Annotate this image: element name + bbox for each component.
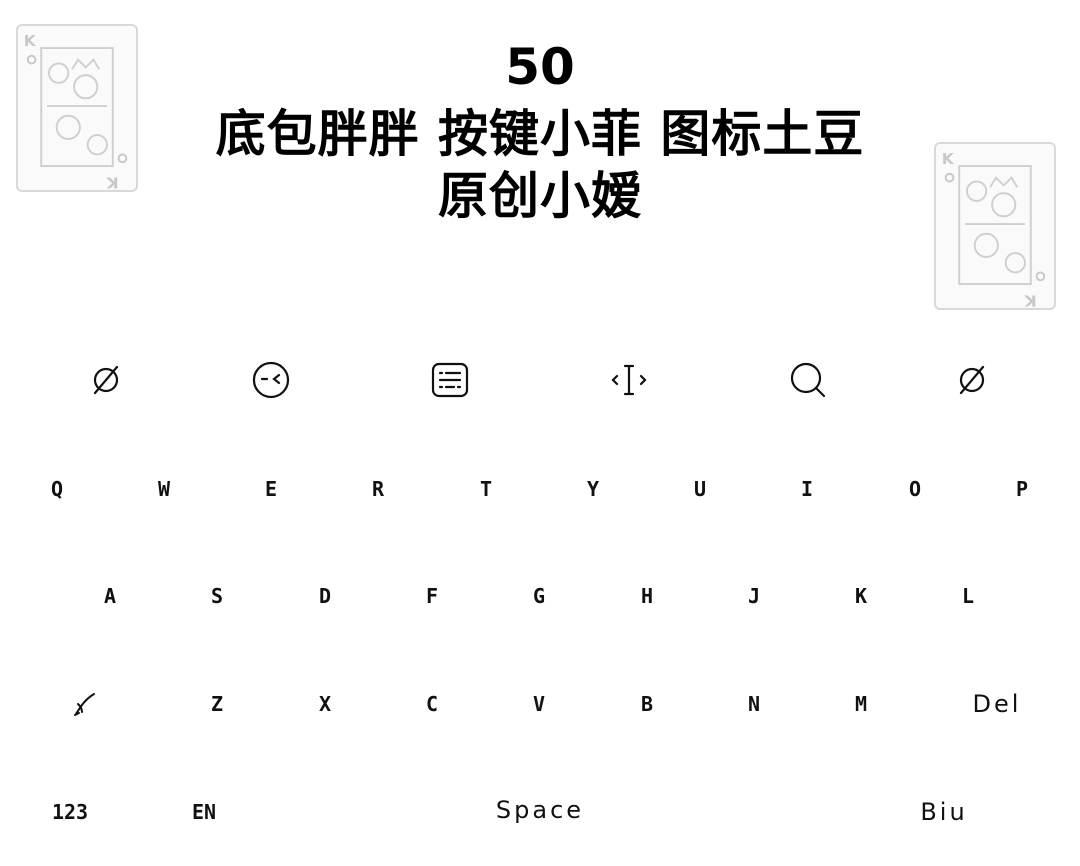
key-b[interactable]: B <box>607 684 687 724</box>
space-key[interactable]: Space <box>380 790 700 830</box>
card-rank-bottom: K <box>106 174 119 190</box>
key-p[interactable]: P <box>982 469 1062 509</box>
key-o[interactable]: O <box>875 469 955 509</box>
keyboard-icon[interactable] <box>428 358 472 402</box>
key-z[interactable]: Z <box>177 684 257 724</box>
key-q[interactable]: Q <box>17 469 97 509</box>
key-d[interactable]: D <box>285 576 365 616</box>
card-rank-top: K <box>24 32 37 50</box>
numbers-key[interactable]: 123 <box>30 792 110 832</box>
key-x[interactable]: X <box>285 684 365 724</box>
page-title-number: 50 <box>505 38 575 96</box>
return-key[interactable]: Biu <box>884 792 1004 832</box>
key-c[interactable]: C <box>392 684 472 724</box>
key-g[interactable]: G <box>499 576 579 616</box>
search-icon[interactable] <box>786 358 830 402</box>
king-card-icon: K K <box>24 32 128 190</box>
delete-key[interactable]: Del <box>937 684 1057 724</box>
key-y[interactable]: Y <box>553 469 633 509</box>
key-n[interactable]: N <box>714 684 794 724</box>
key-a[interactable]: A <box>70 576 150 616</box>
page-title-author: 原创小嫒 <box>438 167 642 225</box>
key-r[interactable]: R <box>338 469 418 509</box>
wink-face-icon[interactable] <box>249 358 293 402</box>
empty-set-icon[interactable] <box>84 358 128 402</box>
king-card-icon: K K <box>942 150 1046 308</box>
pen-slash-icon <box>74 693 95 716</box>
page-title-credits: 底包胖胖 按键小菲 图标土豆 <box>215 105 865 163</box>
key-t[interactable]: T <box>446 469 526 509</box>
text-cursor-icon[interactable] <box>607 358 651 402</box>
key-e[interactable]: E <box>231 469 311 509</box>
key-w[interactable]: W <box>124 469 204 509</box>
shift-key[interactable] <box>44 684 124 724</box>
key-u[interactable]: U <box>660 469 740 509</box>
card-rank-top: K <box>942 150 955 168</box>
language-key[interactable]: EN <box>164 792 244 832</box>
key-k[interactable]: K <box>821 576 901 616</box>
key-j[interactable]: J <box>714 576 794 616</box>
empty-set-icon[interactable] <box>950 358 994 402</box>
key-s[interactable]: S <box>177 576 257 616</box>
key-h[interactable]: H <box>607 576 687 616</box>
key-l[interactable]: L <box>928 576 1008 616</box>
card-rank-bottom: K <box>1024 292 1037 308</box>
key-i[interactable]: I <box>767 469 847 509</box>
playing-card-decoration: K K <box>934 142 1056 310</box>
key-m[interactable]: M <box>821 684 901 724</box>
playing-card-decoration: K K <box>16 24 138 192</box>
key-f[interactable]: F <box>392 576 472 616</box>
key-v[interactable]: V <box>499 684 579 724</box>
